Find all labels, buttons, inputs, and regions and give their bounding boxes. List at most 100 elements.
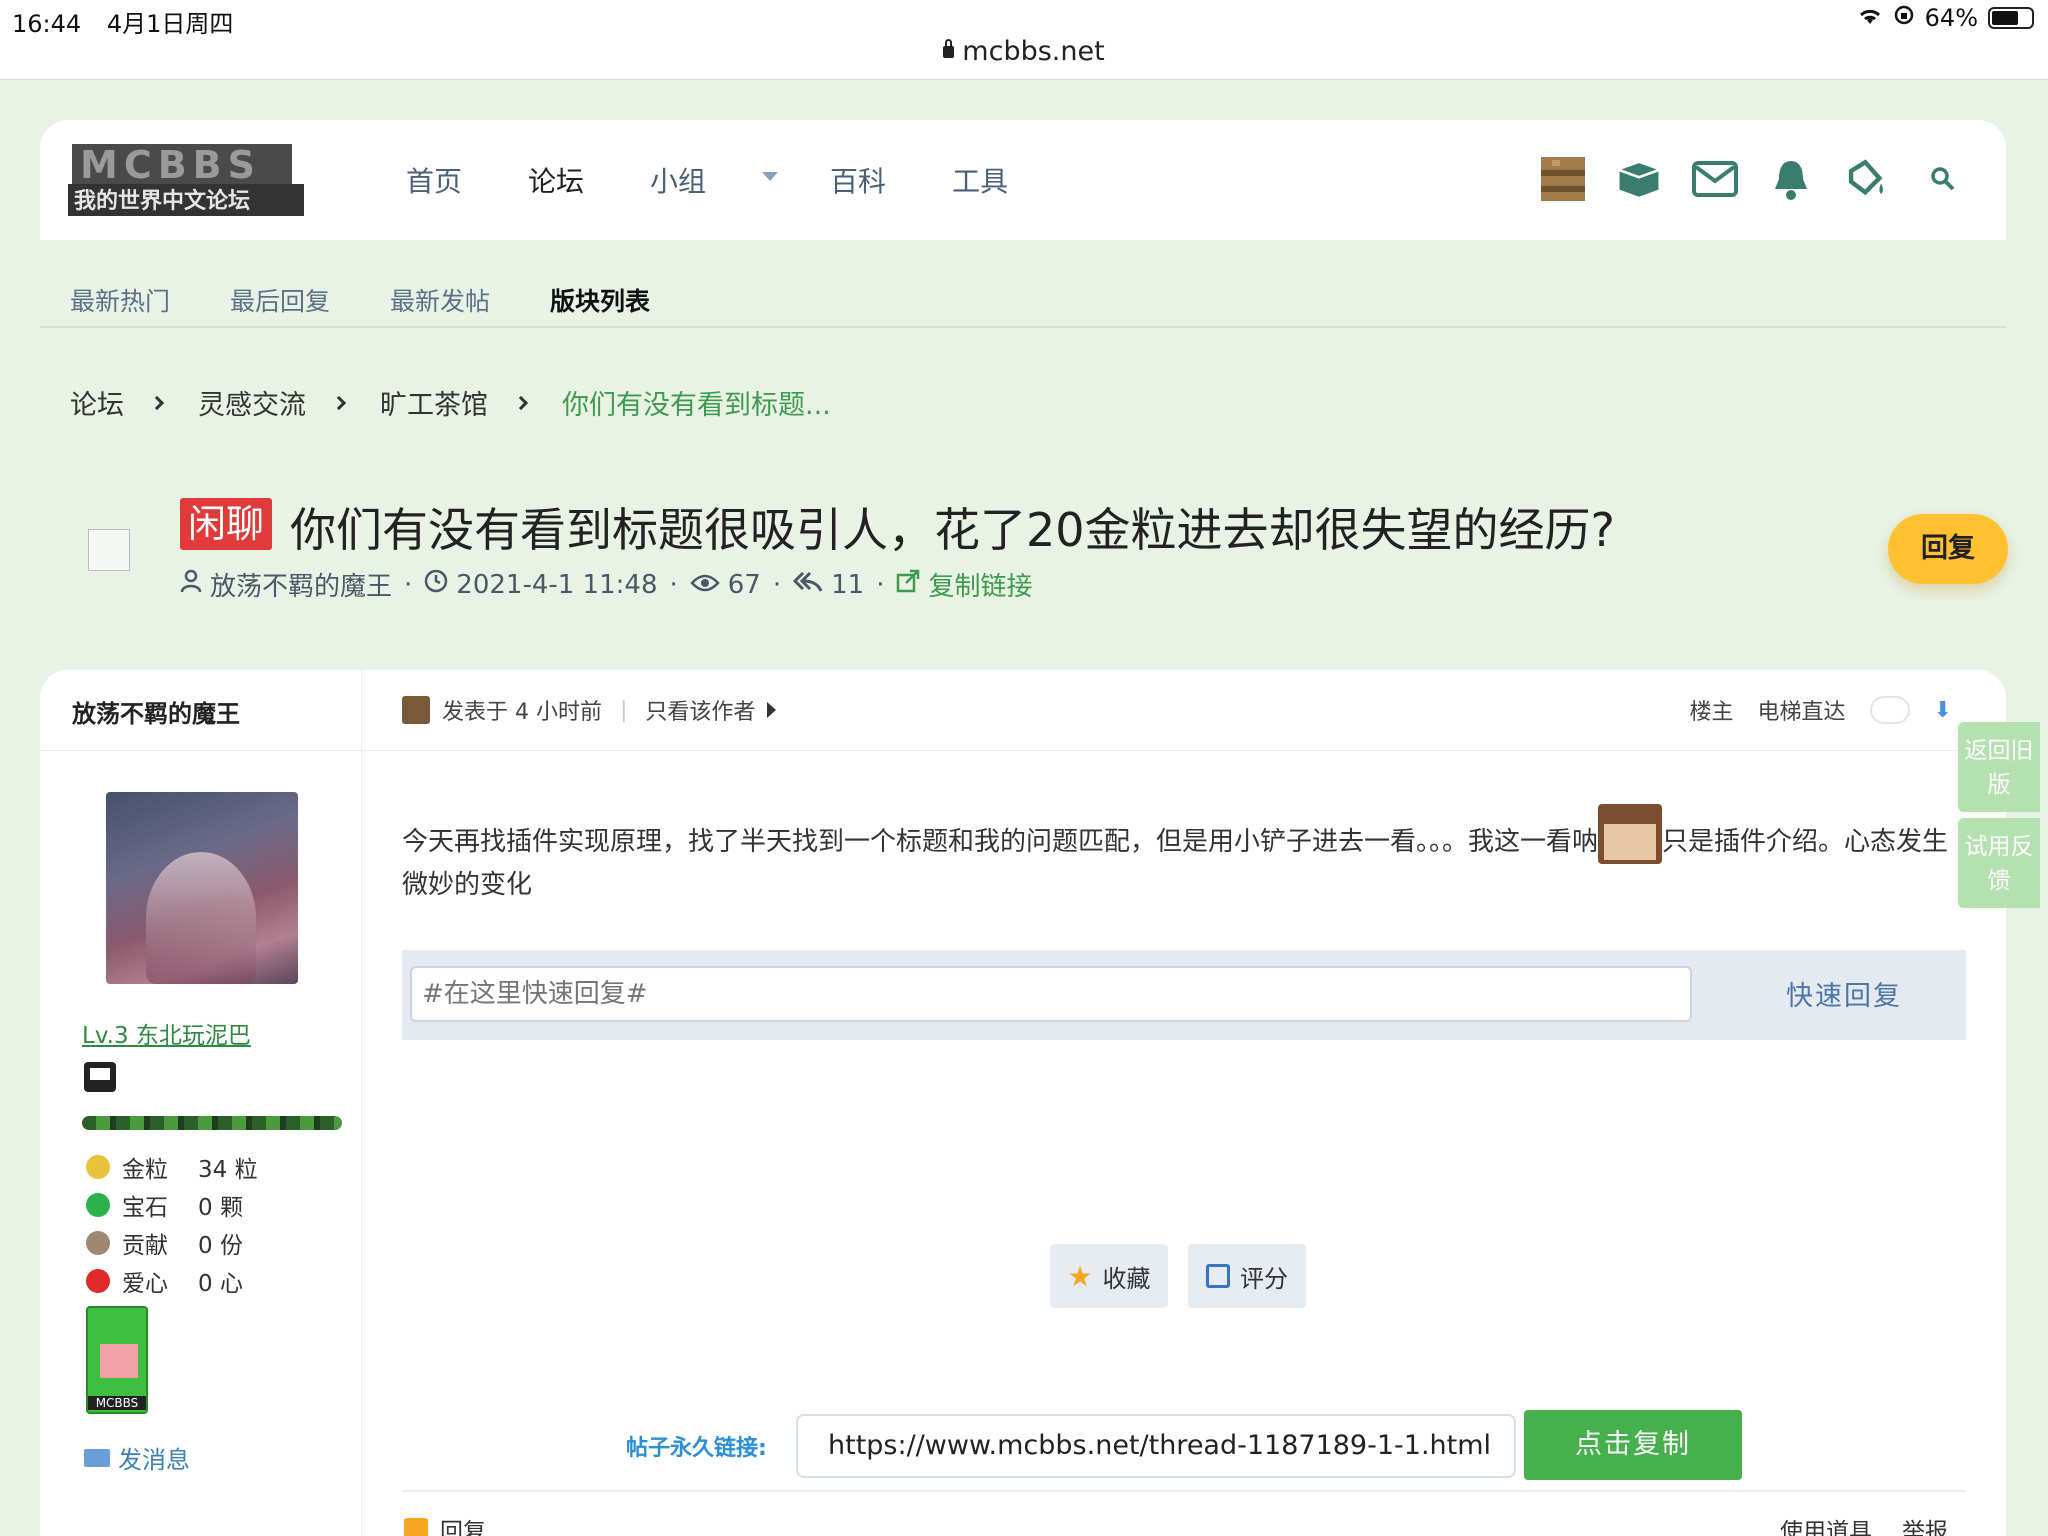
contribution-icon — [86, 1231, 110, 1255]
elevator-label: 电梯直达 — [1757, 700, 1846, 725]
divider — [362, 750, 2006, 751]
star-icon: ★ — [1067, 1259, 1093, 1293]
select-thread-checkbox[interactable] — [88, 529, 130, 571]
author-level[interactable]: Lv.3 东北玩泥巴 — [82, 1016, 251, 1050]
stat-gold: 金粒 34 粒 — [86, 1148, 258, 1186]
tab-last-reply[interactable]: 最后回复 — [230, 282, 330, 318]
send-message-button[interactable]: 发消息 — [84, 1440, 190, 1475]
search-icon[interactable] — [1920, 156, 1966, 202]
svg-text:我的世界中文论坛: 我的世界中文论坛 — [74, 188, 250, 214]
calendar-icon — [1206, 1264, 1230, 1288]
wifi-icon — [1857, 4, 1883, 32]
mail-icon[interactable] — [1692, 156, 1738, 202]
experience-bar — [82, 1116, 342, 1130]
permalink-label: 帖子永久链接: — [626, 1436, 767, 1461]
site-header: MCBBS 我的世界中文论坛 首页 论坛 小组 百科 工具 — [40, 120, 2006, 240]
level-icon — [84, 1062, 116, 1092]
only-author-link[interactable]: 只看该作者 — [645, 694, 755, 726]
thread-replies: 11 — [831, 569, 865, 600]
breadcrumb: 论坛 灵感交流 旷工茶馆 你们有没有看到标题... — [70, 383, 831, 422]
status-time-date: 16:44 4月1日周四 — [12, 4, 251, 39]
quick-reply-input[interactable] — [410, 966, 1692, 1022]
address-bar[interactable]: mcbbs.net — [0, 36, 2048, 67]
box-icon[interactable] — [1616, 156, 1662, 202]
author-avatar[interactable] — [106, 792, 298, 984]
forum-subtabs: 最新热门 最后回复 最新发帖 版块列表 — [70, 282, 710, 318]
nav-home[interactable]: 首页 — [406, 160, 462, 200]
status-indicators: 64% — [1857, 4, 2034, 32]
rate-button[interactable]: 评分 — [1188, 1244, 1306, 1308]
thread-views: 67 — [727, 569, 761, 600]
footer-reply-button[interactable]: 回复 — [404, 1512, 486, 1536]
breadcrumb-teahouse[interactable]: 旷工茶馆 — [380, 383, 488, 422]
main-nav: 首页 论坛 小组 百科 工具 — [406, 160, 1074, 200]
report-button[interactable]: 举报 — [1902, 1512, 1948, 1536]
tab-new-posts[interactable]: 最新发帖 — [390, 282, 490, 318]
permalink-field[interactable]: https://www.mcbbs.net/thread-1187189-1-1… — [796, 1414, 1516, 1478]
page-title: 你们有没有看到标题很吸引人，花了20金粒进去却很失望的经历? — [290, 503, 1615, 557]
envelope-icon — [84, 1448, 110, 1467]
post-content: 今天再找插件实现原理，找了半天找到一个标题和我的问题匹配，但是用小铲子进去一看。… — [402, 804, 1972, 906]
reply-icon — [404, 1518, 428, 1536]
quick-reply-bar: 快速回复 — [402, 950, 1966, 1040]
status-date: 4月1日周四 — [106, 10, 234, 38]
eye-icon — [690, 570, 720, 600]
divider — [40, 750, 362, 751]
breadcrumb-current: 你们有没有看到标题... — [562, 390, 831, 421]
author-panel: 放荡不羁的魔王 Lv.3 东北玩泥巴 金粒 34 粒 宝石 0 颗 贡献 0 份 — [40, 670, 362, 1536]
floor-label: 楼主 — [1689, 700, 1734, 725]
tab-hot[interactable]: 最新热门 — [70, 282, 170, 318]
status-time: 16:44 — [12, 10, 82, 38]
apple-icon — [86, 1269, 110, 1293]
nav-tools[interactable]: 工具 — [952, 160, 1008, 200]
quick-reply-button[interactable]: 快速回复 — [1786, 974, 1902, 1013]
chevron-down-icon[interactable] — [762, 172, 779, 181]
avatar[interactable] — [1540, 156, 1586, 202]
thread-meta: 放荡不羁的魔王 · 2021-4-1 11:48 · 67 · 11 · 复制链… — [180, 566, 1033, 603]
post-time: 发表于 4 小时前 — [442, 700, 602, 725]
nav-forum[interactable]: 论坛 — [528, 160, 584, 200]
author-name[interactable]: 放荡不羁的魔王 — [72, 694, 240, 729]
reply-all-icon — [793, 570, 823, 600]
feedback-button[interactable]: 试用反馈 — [1958, 818, 2040, 908]
thread-tag-badge[interactable]: 闲聊 — [180, 498, 273, 550]
orientation-lock-icon — [1893, 4, 1915, 32]
back-to-old-version-button[interactable]: 返回旧版 — [1958, 722, 2040, 812]
thread-time: 2021-4-1 11:48 — [456, 569, 658, 600]
breadcrumb-inspiration[interactable]: 灵感交流 — [198, 383, 306, 422]
use-item-button[interactable]: 使用道具 — [1780, 1512, 1872, 1536]
user-icon — [180, 569, 202, 600]
nav-groups[interactable]: 小组 — [650, 160, 706, 200]
chevron-right-icon — [149, 395, 165, 410]
medal-badge[interactable]: MCBBS — [86, 1306, 148, 1414]
paint-bucket-icon[interactable] — [1844, 156, 1890, 202]
external-link-icon — [896, 569, 920, 600]
battery-percent: 64% — [1924, 4, 1978, 32]
header-actions — [1540, 156, 1966, 202]
reply-button[interactable]: 回复 — [1888, 514, 2008, 584]
author-stats: 金粒 34 粒 宝石 0 颗 贡献 0 份 爱心 0 心 — [86, 1148, 258, 1300]
tab-board-list[interactable]: 版块列表 — [550, 282, 650, 318]
browser-status-bar: 16:44 4月1日周四 64% mcbbs.net — [0, 0, 2048, 80]
emerald-icon — [86, 1193, 110, 1217]
bell-icon[interactable] — [1768, 156, 1814, 202]
arrow-down-icon[interactable]: ⬇ — [1934, 698, 1952, 723]
copy-link-button[interactable]: 复制链接 — [928, 566, 1032, 603]
stat-gem: 宝石 0 颗 — [86, 1186, 258, 1224]
post-header: 发表于 4 小时前 | 只看该作者 — [402, 694, 777, 726]
thread-author[interactable]: 放荡不羁的魔王 — [210, 566, 392, 603]
divider — [402, 1490, 1966, 1492]
site-logo[interactable]: MCBBS 我的世界中文论坛 — [68, 138, 308, 222]
svg-text:MCBBS: MCBBS — [80, 143, 261, 187]
copy-permalink-button[interactable]: 点击复制 — [1524, 1410, 1742, 1480]
breadcrumb-forum[interactable]: 论坛 — [70, 383, 124, 422]
clock-icon — [424, 569, 448, 600]
chevron-right-icon — [513, 395, 529, 410]
battery-icon — [1988, 7, 2034, 29]
play-arrow-icon[interactable] — [767, 702, 777, 718]
nav-wiki[interactable]: 百科 — [830, 160, 886, 200]
elevator-input[interactable] — [1869, 696, 1910, 724]
stat-contribution: 贡献 0 份 — [86, 1224, 258, 1262]
favorite-button[interactable]: ★ 收藏 — [1050, 1244, 1168, 1308]
post-header-right: 楼主 电梯直达 ⬇ — [1690, 694, 1952, 726]
